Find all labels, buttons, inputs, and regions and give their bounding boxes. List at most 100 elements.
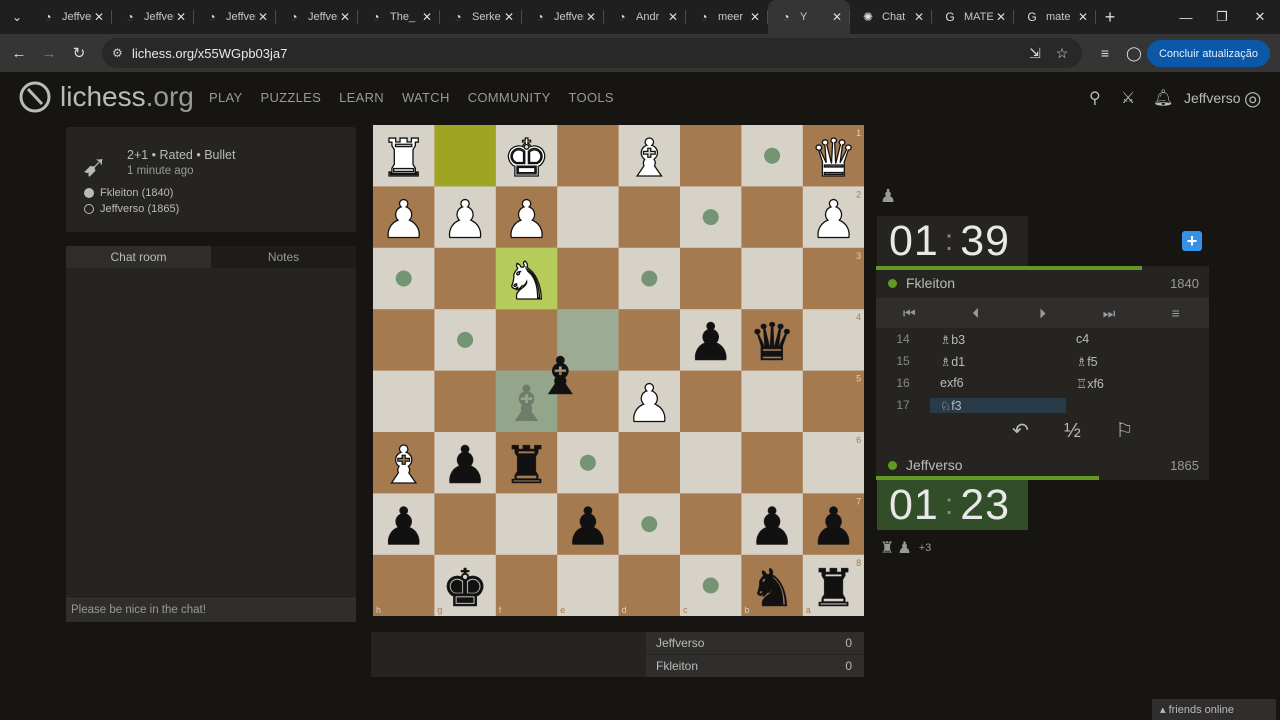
square-c3[interactable] xyxy=(680,247,742,310)
white-knight-icon[interactable]: ♞ xyxy=(503,251,551,312)
media-control-icon[interactable]: ≡ xyxy=(1092,40,1118,66)
browser-tab[interactable]: ◔ Jeffverso✕ xyxy=(522,0,604,34)
square-a6[interactable] xyxy=(802,432,864,494)
close-tab-icon[interactable]: ✕ xyxy=(92,10,106,24)
close-window-button[interactable]: ✕ xyxy=(1240,0,1280,34)
white-pawn-icon[interactable]: ♟ xyxy=(503,190,551,251)
nav-play[interactable]: PLAY xyxy=(209,90,242,105)
offer-draw-icon[interactable]: ½ xyxy=(1058,416,1088,446)
prev-move-icon[interactable]: ⏴ xyxy=(943,298,1010,328)
square-e8[interactable] xyxy=(557,554,620,616)
black-move[interactable]: ♖xf6 xyxy=(1066,376,1202,391)
close-tab-icon[interactable]: ✕ xyxy=(174,10,188,24)
move-dest-dot[interactable] xyxy=(702,577,719,594)
white-king-icon[interactable]: ♚ xyxy=(503,128,551,189)
restore-button[interactable]: ❐ xyxy=(1202,0,1242,34)
white-bishop-icon[interactable]: ♝ xyxy=(380,435,428,496)
square-b6[interactable] xyxy=(741,432,804,494)
square-e1[interactable] xyxy=(557,125,620,187)
square-g3[interactable] xyxy=(434,247,497,310)
square-f8[interactable] xyxy=(495,554,558,616)
forward-button[interactable]: → xyxy=(34,38,64,68)
square-b2[interactable] xyxy=(741,186,804,249)
chess-board[interactable]: ♝ 1 2 3 4 5 6 7 8 h g f e d c b a ♜ ♚ ♝ ♛ ♟ ♟ ♟ ♟ ♞ ♟ ♛ ♟ ♝ ♟ ♜ ♟ ♟ ♟ ♟ ♚ ♞ ♜ ♝ xyxy=(373,125,864,616)
close-tab-icon[interactable]: ✕ xyxy=(1076,10,1090,24)
square-b5[interactable] xyxy=(741,370,804,433)
close-tab-icon[interactable]: ✕ xyxy=(502,10,516,24)
black-pawn-icon[interactable]: ♟ xyxy=(442,436,489,497)
square-e2[interactable] xyxy=(557,186,620,249)
close-tab-icon[interactable]: ✕ xyxy=(748,10,762,24)
square-d6[interactable] xyxy=(618,432,681,494)
square-d4[interactable] xyxy=(618,309,681,372)
close-tab-icon[interactable]: ✕ xyxy=(912,10,926,24)
square-c7[interactable] xyxy=(680,493,742,556)
black-king-icon[interactable]: ♚ xyxy=(442,559,489,616)
square-f7[interactable] xyxy=(495,493,558,556)
close-tab-icon[interactable]: ✕ xyxy=(666,10,680,24)
black-knight-icon[interactable]: ♞ xyxy=(749,559,796,616)
white-move[interactable]: ♘f3 xyxy=(930,397,1066,413)
browser-tab[interactable]: G MATE ✕ xyxy=(932,0,1014,34)
move-dest-dot[interactable] xyxy=(764,147,781,164)
square-a5[interactable] xyxy=(802,370,864,433)
black-rook-icon[interactable]: ♜ xyxy=(810,559,857,616)
user-avatar-icon[interactable]: ◎ xyxy=(1244,86,1261,111)
browser-tab[interactable]: Gmate ✕ xyxy=(1014,0,1096,34)
square-h5[interactable] xyxy=(373,370,435,433)
move-dest-dot[interactable] xyxy=(641,516,658,533)
black-player-link[interactable]: Jeffverso (1865) xyxy=(84,203,179,215)
reload-button[interactable]: ↻ xyxy=(64,38,94,68)
opponent-name[interactable]: Fkleiton xyxy=(906,275,1170,291)
back-button[interactable]: ← xyxy=(4,38,34,68)
close-tab-icon[interactable]: ✕ xyxy=(584,10,598,24)
minimize-button[interactable]: — xyxy=(1166,0,1206,34)
resign-flag-icon[interactable]: ⚐ xyxy=(1110,416,1140,446)
black-pawn-icon[interactable]: ♟ xyxy=(749,497,796,558)
nav-watch[interactable]: WATCH xyxy=(402,90,450,105)
close-tab-icon[interactable]: ✕ xyxy=(994,10,1008,24)
install-app-icon[interactable]: ⇲ xyxy=(1022,40,1048,66)
move-dest-dot[interactable] xyxy=(395,270,412,287)
tab-notes[interactable]: Notes xyxy=(211,246,356,268)
white-pawn-icon[interactable]: ♟ xyxy=(441,190,489,251)
black-move[interactable]: ♗f5 xyxy=(1066,354,1202,369)
square-d2[interactable] xyxy=(618,186,681,249)
update-button[interactable]: Concluir atualização xyxy=(1146,40,1270,67)
close-tab-icon[interactable]: ✕ xyxy=(420,10,434,24)
square-a4[interactable] xyxy=(802,309,864,372)
nav-learn[interactable]: LEARN xyxy=(339,90,384,105)
move-dest-dot[interactable] xyxy=(457,331,474,348)
browser-tab[interactable]: ◔ The_ ✕ xyxy=(358,0,440,34)
black-pawn-icon[interactable]: ♟ xyxy=(380,497,427,558)
move-dest-dot[interactable] xyxy=(702,209,719,226)
close-tab-icon[interactable]: ✕ xyxy=(830,10,844,24)
browser-tab[interactable]: ◔ Andr ✕ xyxy=(604,0,686,34)
user-menu[interactable]: Jeffverso xyxy=(1184,90,1241,106)
close-tab-icon[interactable]: ✕ xyxy=(256,10,270,24)
profile-icon[interactable]: ◯ xyxy=(1121,40,1147,66)
white-queen-icon[interactable]: ♛ xyxy=(810,128,858,189)
address-bar[interactable]: ⚙ lichess.org/x55WGpb03ja7 xyxy=(102,38,1082,68)
white-move[interactable]: ♗d1 xyxy=(930,354,1066,369)
white-rook-icon[interactable]: ♜ xyxy=(380,128,428,189)
give-time-button[interactable]: + xyxy=(1182,231,1202,251)
square-c5[interactable] xyxy=(680,370,742,433)
black-pawn-icon[interactable]: ♟ xyxy=(564,497,612,558)
black-queen-icon[interactable]: ♛ xyxy=(749,313,796,374)
white-move[interactable]: ♗b3 xyxy=(930,332,1066,347)
black-pawn-icon[interactable]: ♟ xyxy=(810,497,857,558)
browser-tab[interactable]: ✺ Chat ✕ xyxy=(850,0,932,34)
white-bishop-icon[interactable]: ♝ xyxy=(625,128,673,189)
browser-tab[interactable]: ◔ Jeffverso✕ xyxy=(112,0,194,34)
next-move-icon[interactable]: ⏵ xyxy=(1009,298,1076,328)
black-pawn-icon[interactable]: ♟ xyxy=(687,313,734,374)
board-svg[interactable]: ♝12345678h g f e d c b a♜ ♚ ♝ ♛♟ ♟ ♟ ♟♞♟ ♛♟♝ ♟ ♜♟ ♟ ♟ ♟♚ ♞ ♜♝ xyxy=(373,125,864,616)
friends-online-button[interactable]: ▴ friends online xyxy=(1152,699,1276,720)
square-b3[interactable] xyxy=(741,247,804,310)
white-move[interactable]: exf6 xyxy=(930,376,1066,390)
first-move-icon[interactable]: ⏮ xyxy=(876,298,943,328)
player-name[interactable]: Jeffverso xyxy=(906,457,1170,473)
bookmark-star-icon[interactable]: ☆ xyxy=(1049,40,1075,66)
white-pawn-icon[interactable]: ♟ xyxy=(810,190,858,251)
